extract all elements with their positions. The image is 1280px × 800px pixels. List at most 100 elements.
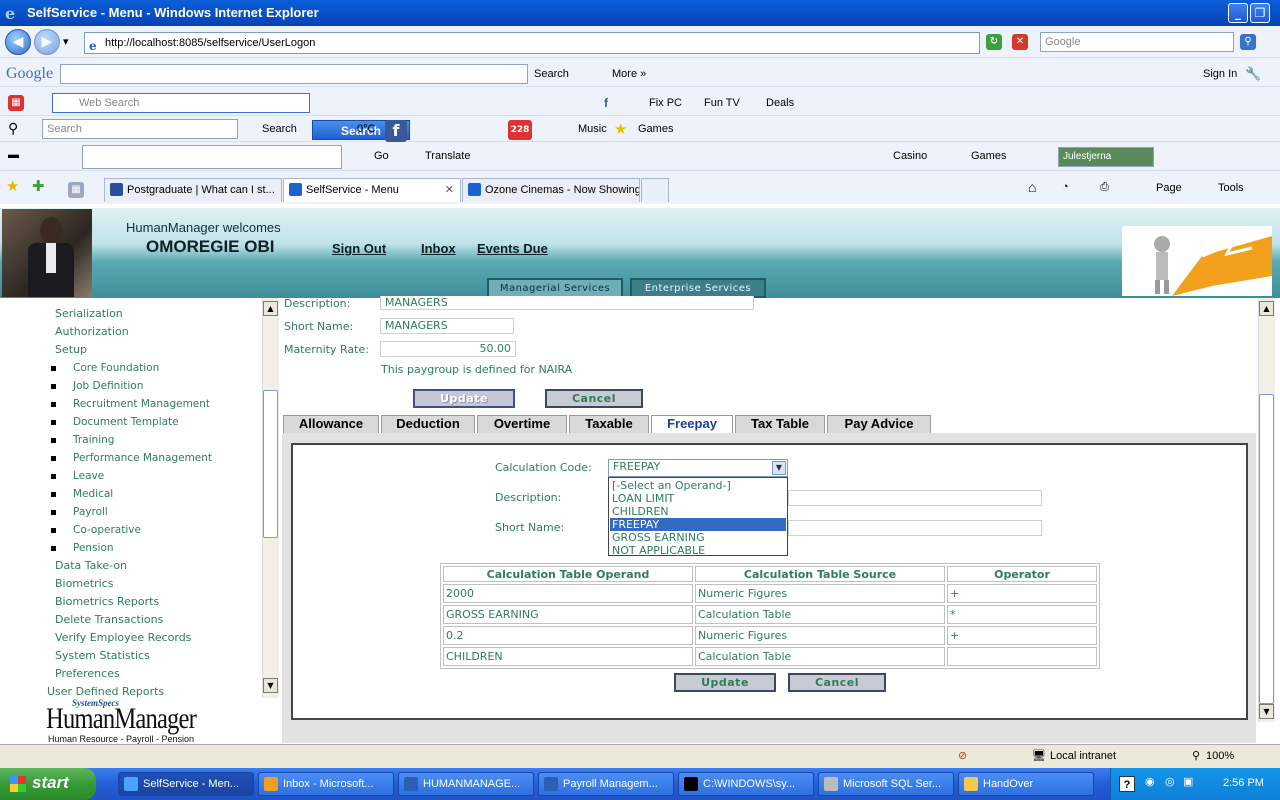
forward-icon[interactable]: ▶ xyxy=(34,29,60,55)
table-row[interactable]: CHILDREN Calculation Table xyxy=(443,647,1097,666)
scroll-up-icon[interactable]: ▲ xyxy=(263,301,278,316)
google-signin-button[interactable]: Sign In xyxy=(1203,68,1237,80)
source-cell[interactable]: Numeric Figures xyxy=(695,584,945,603)
flag-icon[interactable]: ▬ xyxy=(8,149,19,161)
operator-cell[interactable]: + xyxy=(947,626,1097,645)
fixpc-button[interactable]: Fix PC xyxy=(649,97,682,109)
facebook-icon[interactable]: f xyxy=(604,96,608,110)
sidebar-item-document-template[interactable]: Document Template xyxy=(73,416,179,428)
scroll-thumb[interactable] xyxy=(263,390,278,538)
tab-selfservice[interactable]: SelfService - Menu ✕ xyxy=(283,178,461,202)
sidebar-item-biometrics-reports[interactable]: Biometrics Reports xyxy=(55,595,159,608)
operand-cell[interactable]: 0.2 xyxy=(443,626,693,645)
stop-icon[interactable]: ✕ xyxy=(1012,34,1028,50)
tab-deduction[interactable]: Deduction xyxy=(381,415,475,433)
new-tab-button[interactable] xyxy=(641,178,669,202)
signout-link[interactable]: Sign Out xyxy=(332,241,386,256)
scroll-up-icon[interactable]: ▲ xyxy=(1259,301,1274,316)
facebook-icon-2[interactable]: f xyxy=(385,120,407,142)
toolbar2-search-button[interactable]: Search xyxy=(262,123,297,135)
close-tab-icon[interactable]: ✕ xyxy=(445,179,454,201)
scroll-down-icon[interactable]: ▼ xyxy=(1259,704,1274,719)
taskbar-item-handover[interactable]: HandOver xyxy=(958,772,1094,796)
maternity-rate-input[interactable]: 50.00 xyxy=(380,341,516,357)
window-title-bar[interactable]: e SelfService - Menu - Windows Internet … xyxy=(0,0,1280,26)
tools-menu[interactable]: Tools xyxy=(1218,182,1244,194)
google-search-input[interactable] xyxy=(60,64,528,84)
inbox-link[interactable]: Inbox xyxy=(421,241,456,256)
operator-cell[interactable]: * xyxy=(947,605,1097,624)
favorites-star-icon[interactable]: ★ xyxy=(6,177,19,195)
tray-icon[interactable]: ▣ xyxy=(1183,775,1193,788)
blocked-icon[interactable]: ⊘ xyxy=(958,749,967,762)
cancel-button[interactable]: Cancel xyxy=(788,673,886,692)
description-input[interactable]: MANAGERS xyxy=(380,296,754,310)
app-grid-icon[interactable]: ▦ xyxy=(8,95,24,111)
deals-button[interactable]: Deals xyxy=(766,97,794,109)
sidebar-scrollbar[interactable]: ▲ ▼ xyxy=(262,298,279,698)
operand-cell[interactable]: CHILDREN xyxy=(443,647,693,666)
scroll-thumb[interactable] xyxy=(1259,394,1274,704)
tab-allowance[interactable]: Allowance xyxy=(283,415,379,433)
quick-tabs-icon[interactable]: ▦ xyxy=(68,182,84,198)
operand-cell[interactable]: GROSS EARNING xyxy=(443,605,693,624)
games-button[interactable]: Games xyxy=(638,123,673,135)
search-icon[interactable]: ⚲ xyxy=(1240,34,1256,50)
print-icon[interactable]: ⎙ xyxy=(1100,181,1109,194)
refresh-icon[interactable]: ↻ xyxy=(986,34,1002,50)
tab-tax-table[interactable]: Tax Table xyxy=(735,415,825,433)
taskbar-item-payroll[interactable]: Payroll Managem... xyxy=(538,772,674,796)
page-scrollbar[interactable]: ▲ ▼ xyxy=(1258,298,1275,722)
source-cell[interactable]: Calculation Table xyxy=(695,647,945,666)
sidebar-item-system-statistics[interactable]: System Statistics xyxy=(55,649,150,662)
shortname-input[interactable]: MANAGERS xyxy=(380,318,514,334)
wrench-icon[interactable]: 🔧 xyxy=(1245,66,1261,82)
operator-cell[interactable]: + xyxy=(947,584,1097,603)
sidebar-item-serialization[interactable]: Serialization xyxy=(55,307,123,320)
rss-icon[interactable]: ◔ xyxy=(1062,181,1069,193)
web-search-input[interactable]: Web Search xyxy=(52,93,310,113)
weather-temp[interactable]: 0°C xyxy=(357,123,375,135)
taskbar-item-sql[interactable]: Microsoft SQL Ser... xyxy=(818,772,954,796)
tab-ozone[interactable]: Ozone Cinemas - Now Showing xyxy=(462,178,640,202)
maximize-button[interactable]: ❐ xyxy=(1250,3,1270,23)
chevron-down-icon[interactable]: ▼ xyxy=(772,461,786,475)
sidebar-item-preferences[interactable]: Preferences xyxy=(55,667,120,680)
nav-dropdown-icon[interactable]: ▾ xyxy=(63,35,69,48)
operand-cell[interactable]: 2000 xyxy=(443,584,693,603)
tab-overtime[interactable]: Overtime xyxy=(477,415,567,433)
address-bar[interactable]: e http://localhost:8085/selfservice/User… xyxy=(84,32,980,54)
sidebar-item-recruitment[interactable]: Recruitment Management xyxy=(73,398,210,410)
update-button[interactable]: Update xyxy=(674,673,776,692)
table-row[interactable]: 0.2 Numeric Figures + xyxy=(443,626,1097,645)
tab-taxable[interactable]: Taxable xyxy=(569,415,649,433)
home-icon[interactable]: ⌂ xyxy=(1028,179,1036,195)
sidebar-item-job-definition[interactable]: Job Definition xyxy=(73,380,143,392)
back-icon[interactable]: ◀ xyxy=(5,29,31,55)
games-button-2[interactable]: Games xyxy=(971,150,1006,162)
sidebar-item-core-foundation[interactable]: Core Foundation xyxy=(73,362,159,374)
sidebar-item-data-takeon[interactable]: Data Take-on xyxy=(55,559,127,572)
help-icon[interactable]: ? xyxy=(1119,776,1135,792)
sidebar-item-training[interactable]: Training xyxy=(73,434,114,446)
table-row[interactable]: 2000 Numeric Figures + xyxy=(443,584,1097,603)
update-button-top[interactable]: Update xyxy=(413,389,515,408)
page-menu[interactable]: Page xyxy=(1156,182,1182,194)
scroll-down-icon[interactable]: ▼ xyxy=(263,678,278,693)
managerial-services-button[interactable]: Managerial Services xyxy=(487,278,623,298)
dropdown-option[interactable]: LOAN LIMIT xyxy=(610,492,786,505)
taskbar-item-inbox[interactable]: Inbox - Microsoft... xyxy=(258,772,394,796)
sidebar-item-setup[interactable]: Setup xyxy=(55,343,87,356)
operator-cell[interactable] xyxy=(947,647,1097,666)
dropdown-option[interactable]: NOT APPLICABLE xyxy=(610,544,786,557)
zoom-icon[interactable]: ⚲ xyxy=(1192,749,1200,762)
start-button[interactable]: start xyxy=(0,768,96,800)
minimize-button[interactable]: _ xyxy=(1228,3,1248,23)
enterprise-services-button[interactable]: Enterprise Services xyxy=(630,278,766,298)
dropdown-option[interactable]: GROSS EARNING xyxy=(610,531,786,544)
casino-button[interactable]: Casino xyxy=(893,150,927,162)
freepay-description-input[interactable] xyxy=(788,490,1042,506)
sidebar-item-performance[interactable]: Performance Management xyxy=(73,452,212,464)
sidebar-item-authorization[interactable]: Authorization xyxy=(55,325,129,338)
taskbar-item-humanmanager[interactable]: HUMANMANAGE... xyxy=(398,772,534,796)
